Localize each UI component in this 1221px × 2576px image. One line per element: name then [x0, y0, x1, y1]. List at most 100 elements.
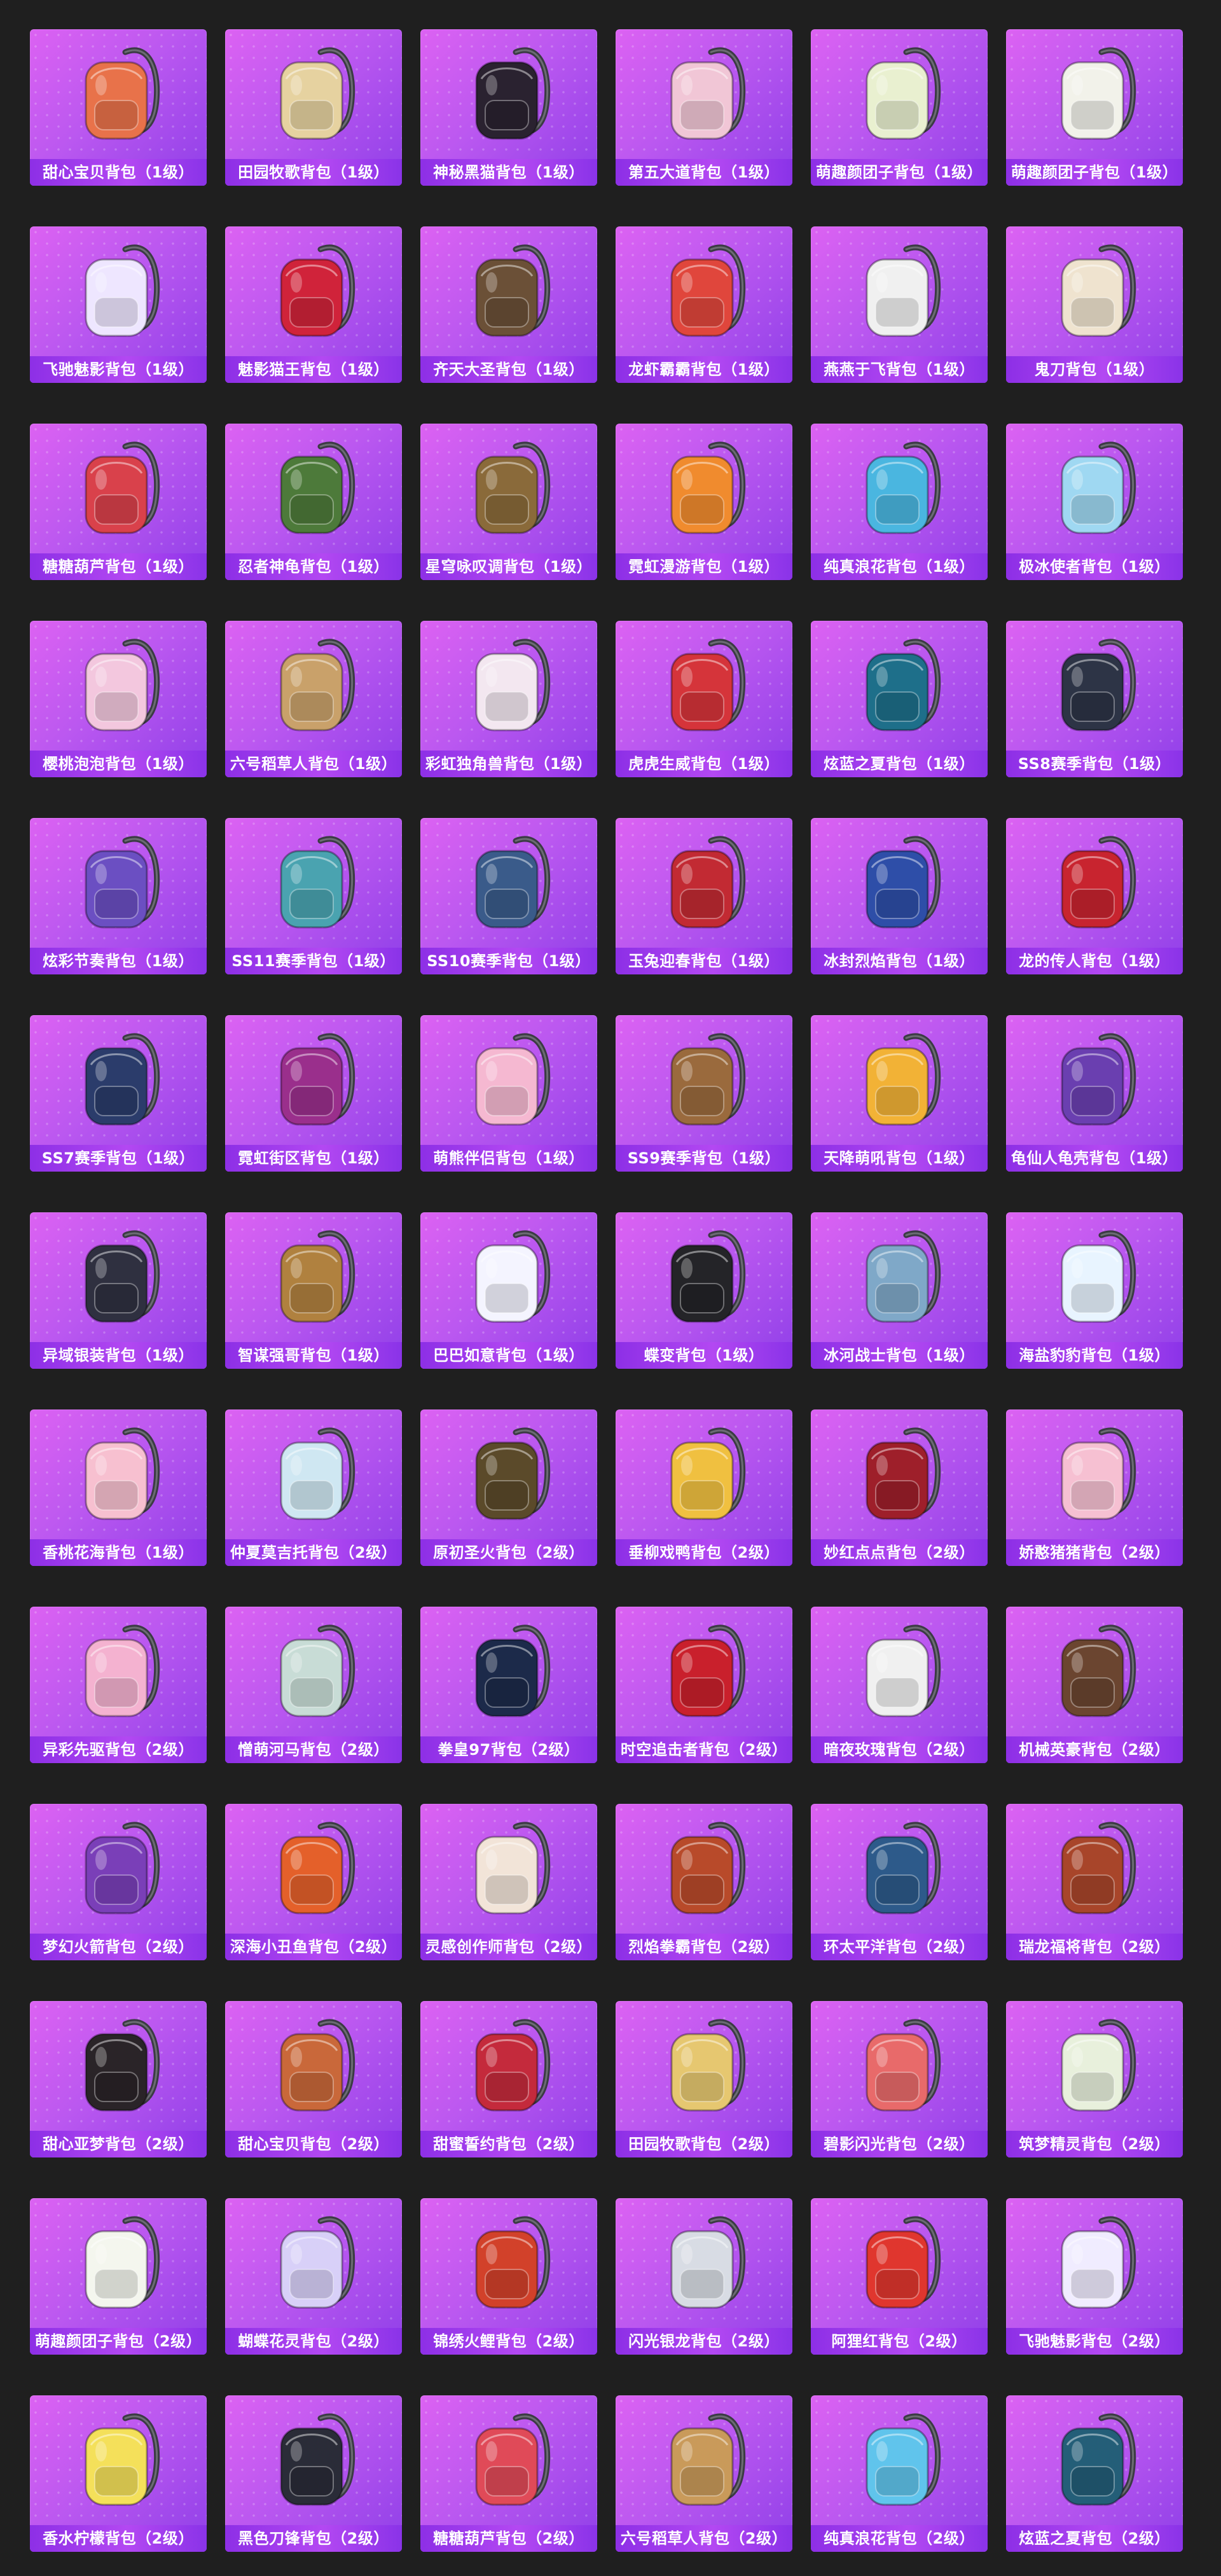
backpack-icon: [225, 1409, 402, 1539]
backpack-card[interactable]: 甜蜜誓约背包（2级）: [420, 2001, 597, 2157]
backpack-card[interactable]: 巴巴如意背包（1级）: [420, 1212, 597, 1369]
backpack-card[interactable]: 龙的传人背包（1级）: [1006, 818, 1183, 974]
backpack-card[interactable]: 甜心宝贝背包（1级）: [30, 29, 207, 186]
backpack-card[interactable]: 碧影闪光背包（2级）: [811, 2001, 988, 2157]
backpack-card[interactable]: 智谋强哥背包（1级）: [225, 1212, 402, 1369]
backpack-card[interactable]: 霓虹街区背包（1级）: [225, 1015, 402, 1172]
backpack-card[interactable]: 樱桃泡泡背包（1级）: [30, 621, 207, 777]
backpack-card[interactable]: 香水柠檬背包（2级）: [30, 2395, 207, 2552]
backpack-card[interactable]: 萌趣颜团子背包（1级）: [1006, 29, 1183, 186]
backpack-card[interactable]: 萌熊伴侣背包（1级）: [420, 1015, 597, 1172]
backpack-card[interactable]: 炫彩节奏背包（1级）: [30, 818, 207, 974]
backpack-card[interactable]: 魅影猫王背包（1级）: [225, 226, 402, 383]
backpack-card[interactable]: 闪光银龙背包（2级）: [616, 2198, 792, 2355]
backpack-name: 蝴蝶花灵背包（2级）: [225, 2328, 402, 2355]
backpack-name: 冰河战士背包（1级）: [811, 1342, 988, 1369]
backpack-card[interactable]: 原初圣火背包（2级）: [420, 1409, 597, 1566]
backpack-card[interactable]: 天降萌吼背包（1级）: [811, 1015, 988, 1172]
backpack-card[interactable]: 娇憨猪猪背包（2级）: [1006, 1409, 1183, 1566]
backpack-card[interactable]: 梦幻火箭背包（2级）: [30, 1804, 207, 1960]
backpack-icon: [420, 1607, 597, 1736]
backpack-card[interactable]: SS10赛季背包（1级）: [420, 818, 597, 974]
backpack-card[interactable]: 飞驰魅影背包（1级）: [30, 226, 207, 383]
backpack-card[interactable]: 异彩先驱背包（2级）: [30, 1607, 207, 1763]
backpack-card[interactable]: 霓虹漫游背包（1级）: [616, 424, 792, 580]
backpack-card[interactable]: 糖糖葫芦背包（2级）: [420, 2395, 597, 2552]
backpack-card[interactable]: 龟仙人龟壳背包（1级）: [1006, 1015, 1183, 1172]
backpack-icon: [30, 818, 207, 948]
backpack-card[interactable]: SS11赛季背包（1级）: [225, 818, 402, 974]
backpack-card[interactable]: 妙红点点背包（2级）: [811, 1409, 988, 1566]
backpack-card[interactable]: 香桃花海背包（1级）: [30, 1409, 207, 1566]
backpack-icon: [811, 2395, 988, 2525]
backpack-card[interactable]: 糖糖葫芦背包（1级）: [30, 424, 207, 580]
backpack-name: 纯真浪花背包（1级）: [811, 553, 988, 580]
backpack-icon: [225, 424, 402, 553]
backpack-card[interactable]: 瑞龙福将背包（2级）: [1006, 1804, 1183, 1960]
backpack-card[interactable]: 甜心亚梦背包（2级）: [30, 2001, 207, 2157]
backpack-card[interactable]: 仲夏莫吉托背包（2级）: [225, 1409, 402, 1566]
backpack-icon: [30, 226, 207, 356]
backpack-icon: [420, 424, 597, 553]
backpack-card[interactable]: 星穹咏叹调背包（1级）: [420, 424, 597, 580]
backpack-card[interactable]: 环太平洋背包（2级）: [811, 1804, 988, 1960]
backpack-icon: [811, 621, 988, 751]
backpack-card[interactable]: SS7赛季背包（1级）: [30, 1015, 207, 1172]
backpack-card[interactable]: 机械英豪背包（2级）: [1006, 1607, 1183, 1763]
backpack-icon: [225, 29, 402, 159]
backpack-card[interactable]: 极冰使者背包（1级）: [1006, 424, 1183, 580]
backpack-card[interactable]: 炫蓝之夏背包（1级）: [811, 621, 988, 777]
backpack-card[interactable]: 彩虹独角兽背包（1级）: [420, 621, 597, 777]
backpack-card[interactable]: 憎萌河马背包（2级）: [225, 1607, 402, 1763]
backpack-card[interactable]: 纯真浪花背包（1级）: [811, 424, 988, 580]
backpack-card[interactable]: 海盐豹豹背包（1级）: [1006, 1212, 1183, 1369]
backpack-icon: [811, 2198, 988, 2328]
backpack-card[interactable]: 异域银装背包（1级）: [30, 1212, 207, 1369]
backpack-icon: [420, 621, 597, 751]
backpack-card[interactable]: SS9赛季背包（1级）: [616, 1015, 792, 1172]
backpack-card[interactable]: 萌趣颜团子背包（2级）: [30, 2198, 207, 2355]
backpack-card[interactable]: 黑色刀锋背包（2级）: [225, 2395, 402, 2552]
backpack-card[interactable]: 炫蓝之夏背包（2级）: [1006, 2395, 1183, 2552]
backpack-card[interactable]: 龙虾霸霸背包（1级）: [616, 226, 792, 383]
backpack-card[interactable]: 忍者神龟背包（1级）: [225, 424, 402, 580]
backpack-name: 暗夜玫瑰背包（2级）: [811, 1736, 988, 1763]
backpack-icon: [225, 2198, 402, 2328]
backpack-card[interactable]: 虎虎生威背包（1级）: [616, 621, 792, 777]
backpack-card[interactable]: 灵感创作师背包（2级）: [420, 1804, 597, 1960]
backpack-card[interactable]: 萌趣颜团子背包（1级）: [811, 29, 988, 186]
backpack-icon: [811, 1015, 988, 1145]
backpack-name: 虎虎生威背包（1级）: [616, 751, 792, 777]
backpack-card[interactable]: 拳皇97背包（2级）: [420, 1607, 597, 1763]
backpack-card[interactable]: 暗夜玫瑰背包（2级）: [811, 1607, 988, 1763]
backpack-card[interactable]: 六号稻草人背包（1级）: [225, 621, 402, 777]
backpack-card[interactable]: 第五大道背包（1级）: [616, 29, 792, 186]
backpack-card[interactable]: 田园牧歌背包（1级）: [225, 29, 402, 186]
backpack-card[interactable]: 冰河战士背包（1级）: [811, 1212, 988, 1369]
backpack-card[interactable]: 冰封烈焰背包（1级）: [811, 818, 988, 974]
backpack-card[interactable]: 神秘黑猫背包（1级）: [420, 29, 597, 186]
backpack-card[interactable]: 鬼刀背包（1级）: [1006, 226, 1183, 383]
backpack-card[interactable]: 筑梦精灵背包（2级）: [1006, 2001, 1183, 2157]
backpack-icon: [811, 2001, 988, 2131]
backpack-card[interactable]: 阿狸红背包（2级）: [811, 2198, 988, 2355]
backpack-card[interactable]: 甜心宝贝背包（2级）: [225, 2001, 402, 2157]
backpack-card[interactable]: 烈焰拳霸背包（2级）: [616, 1804, 792, 1960]
backpack-name: 六号稻草人背包（2级）: [616, 2525, 792, 2552]
backpack-card[interactable]: 锦绣火鲤背包（2级）: [420, 2198, 597, 2355]
backpack-card[interactable]: 六号稻草人背包（2级）: [616, 2395, 792, 2552]
backpack-card[interactable]: 飞驰魅影背包（2级）: [1006, 2198, 1183, 2355]
backpack-card[interactable]: 田园牧歌背包（2级）: [616, 2001, 792, 2157]
backpack-card[interactable]: 蝶变背包（1级）: [616, 1212, 792, 1369]
backpack-card[interactable]: 燕燕于飞背包（1级）: [811, 226, 988, 383]
backpack-card[interactable]: 深海小丑鱼背包（2级）: [225, 1804, 402, 1960]
backpack-name: 飞驰魅影背包（1级）: [30, 356, 207, 383]
backpack-card[interactable]: 时空追击者背包（2级）: [616, 1607, 792, 1763]
backpack-icon: [225, 1804, 402, 1934]
backpack-card[interactable]: 纯真浪花背包（2级）: [811, 2395, 988, 2552]
backpack-card[interactable]: 玉兔迎春背包（1级）: [616, 818, 792, 974]
backpack-card[interactable]: 齐天大圣背包（1级）: [420, 226, 597, 383]
backpack-card[interactable]: 蝴蝶花灵背包（2级）: [225, 2198, 402, 2355]
backpack-card[interactable]: SS8赛季背包（1级）: [1006, 621, 1183, 777]
backpack-card[interactable]: 垂柳戏鸭背包（2级）: [616, 1409, 792, 1566]
